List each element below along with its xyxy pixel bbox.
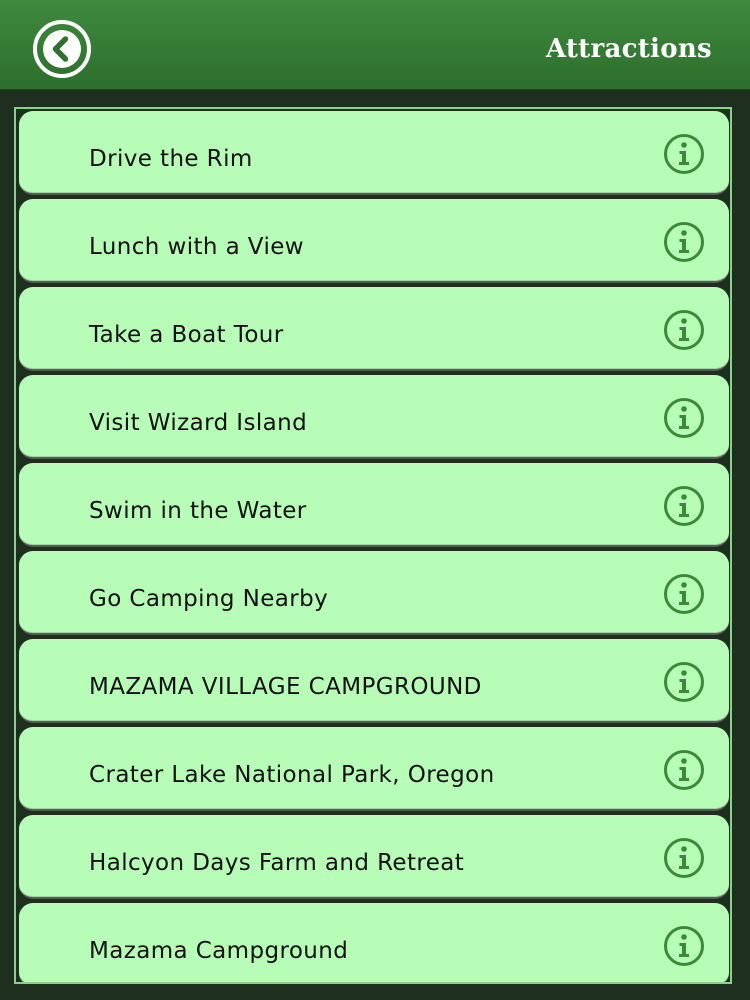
info-icon[interactable] — [663, 661, 705, 703]
info-icon[interactable] — [663, 133, 705, 175]
list-item-label: Take a Boat Tour — [89, 322, 284, 348]
chevron-left-icon — [43, 30, 81, 68]
list-item[interactable]: Crater Lake National Park, Oregon — [19, 727, 729, 811]
list-item[interactable]: Lunch with a View — [19, 199, 729, 283]
list-item-label: Halcyon Days Farm and Retreat — [89, 850, 465, 876]
page-title: Attractions — [545, 34, 712, 64]
info-icon[interactable] — [663, 397, 705, 439]
list-item-label: Drive the Rim — [89, 146, 253, 172]
list-item[interactable]: Take a Boat Tour — [19, 287, 729, 371]
list-item-label: Crater Lake National Park, Oregon — [89, 762, 495, 788]
info-icon[interactable] — [663, 221, 705, 263]
list-item-label: MAZAMA VILLAGE CAMPGROUND — [89, 674, 482, 700]
list-item[interactable]: Visit Wizard Island — [19, 375, 729, 459]
list-item[interactable]: Swim in the Water — [19, 463, 729, 547]
info-icon[interactable] — [663, 573, 705, 615]
info-icon[interactable] — [663, 925, 705, 967]
list-item-label: Swim in the Water — [89, 498, 307, 524]
list-item[interactable]: Mazama Campground — [19, 903, 729, 982]
list-item-label: Mazama Campground — [89, 938, 349, 964]
info-icon[interactable] — [663, 485, 705, 527]
list-item-label: Visit Wizard Island — [89, 410, 308, 436]
attractions-list-panel[interactable]: Drive the Rim Lunch with a View Take a B… — [14, 107, 732, 984]
list-item[interactable]: Drive the Rim — [19, 111, 729, 195]
info-icon[interactable] — [663, 749, 705, 791]
list-item-label: Lunch with a View — [89, 234, 304, 260]
app-header: Attractions — [0, 0, 750, 90]
back-button[interactable] — [33, 20, 91, 78]
info-icon[interactable] — [663, 309, 705, 351]
list-item[interactable]: Halcyon Days Farm and Retreat — [19, 815, 729, 899]
list-item-label: Go Camping Nearby — [89, 586, 329, 612]
info-icon[interactable] — [663, 837, 705, 879]
list-item[interactable]: MAZAMA VILLAGE CAMPGROUND — [19, 639, 729, 723]
list-item[interactable]: Go Camping Nearby — [19, 551, 729, 635]
